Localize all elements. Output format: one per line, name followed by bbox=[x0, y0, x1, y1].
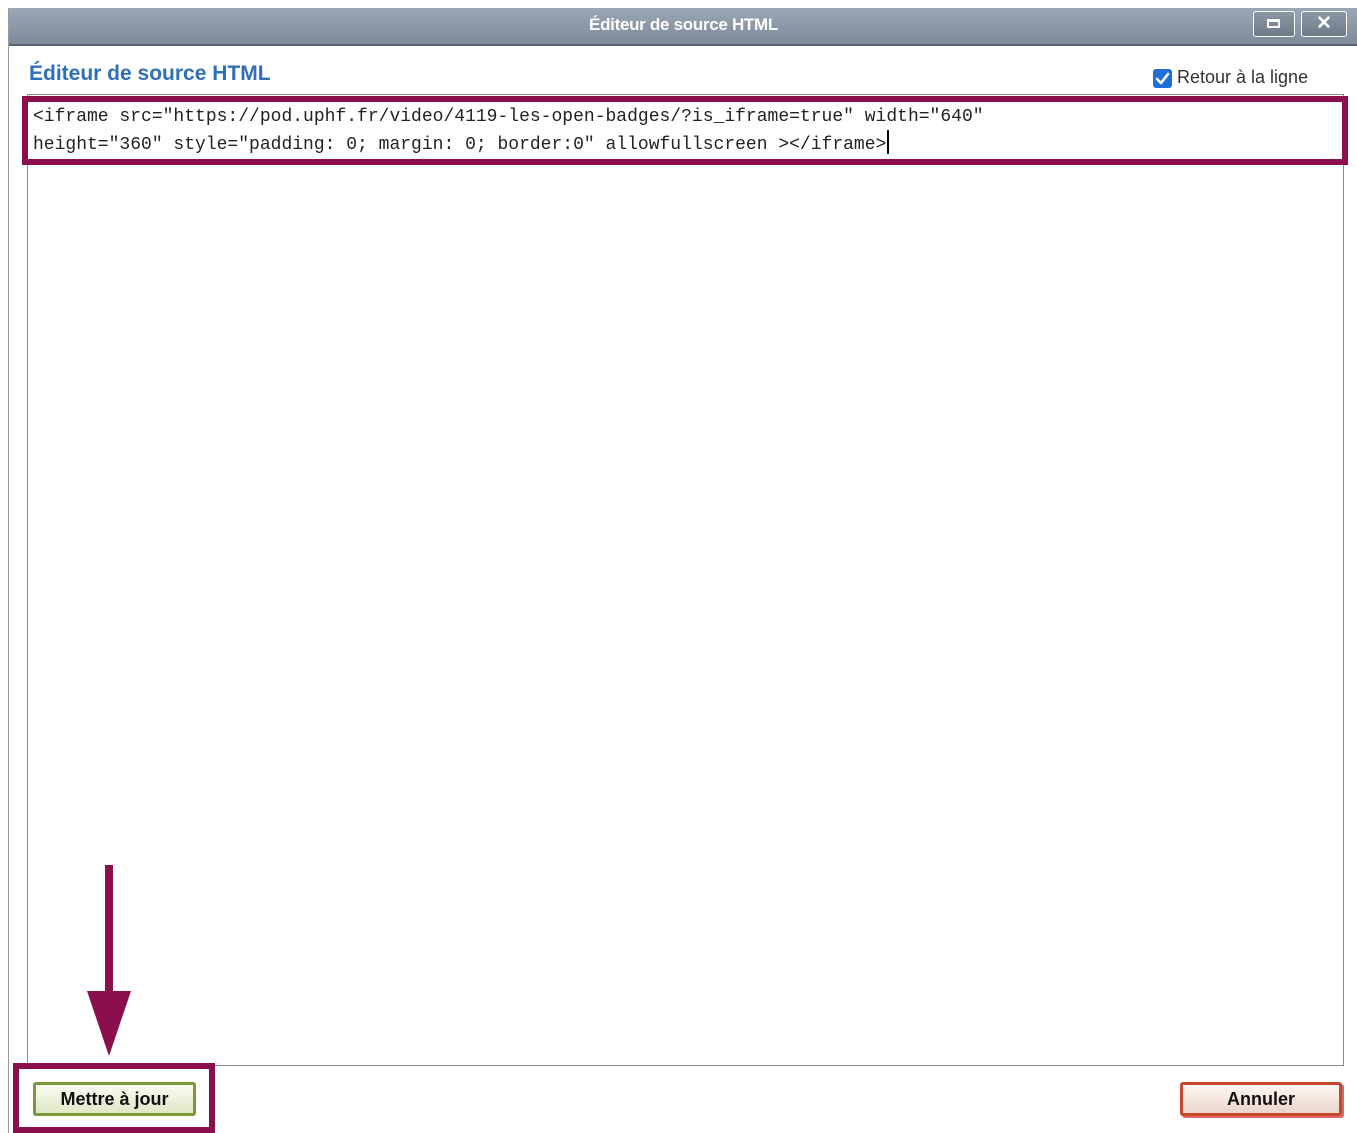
source-line-1: <iframe src="https://pod.uphf.fr/video/4… bbox=[33, 107, 984, 127]
annotation-arrow-down-icon bbox=[87, 991, 131, 1056]
close-button[interactable]: ✕ bbox=[1301, 11, 1347, 37]
source-code: <iframe src="https://pod.uphf.fr/video/4… bbox=[33, 105, 1323, 158]
window-title: Éditeur de source HTML bbox=[589, 15, 778, 34]
annotation-arrow-shaft bbox=[105, 865, 113, 995]
maximize-icon bbox=[1267, 19, 1280, 28]
source-textarea[interactable]: <iframe src="https://pod.uphf.fr/video/4… bbox=[27, 94, 1344, 1066]
update-button[interactable]: Mettre à jour bbox=[33, 1082, 196, 1116]
html-source-editor-dialog: Éditeur de source HTML ✕ Éditeur de sour… bbox=[8, 8, 1357, 1133]
text-cursor bbox=[887, 130, 890, 154]
word-wrap-checkbox[interactable] bbox=[1153, 69, 1172, 88]
editor-heading: Éditeur de source HTML bbox=[29, 62, 271, 85]
maximize-button[interactable] bbox=[1253, 11, 1295, 37]
close-icon: ✕ bbox=[1316, 13, 1332, 34]
source-line-2: height="360" style="padding: 0; margin: … bbox=[33, 135, 887, 155]
title-bar[interactable]: Éditeur de source HTML ✕ bbox=[9, 8, 1357, 46]
word-wrap-label: Retour à la ligne bbox=[1177, 67, 1309, 87]
cancel-button[interactable]: Annuler bbox=[1180, 1082, 1342, 1116]
checkmark-icon bbox=[1155, 72, 1170, 85]
